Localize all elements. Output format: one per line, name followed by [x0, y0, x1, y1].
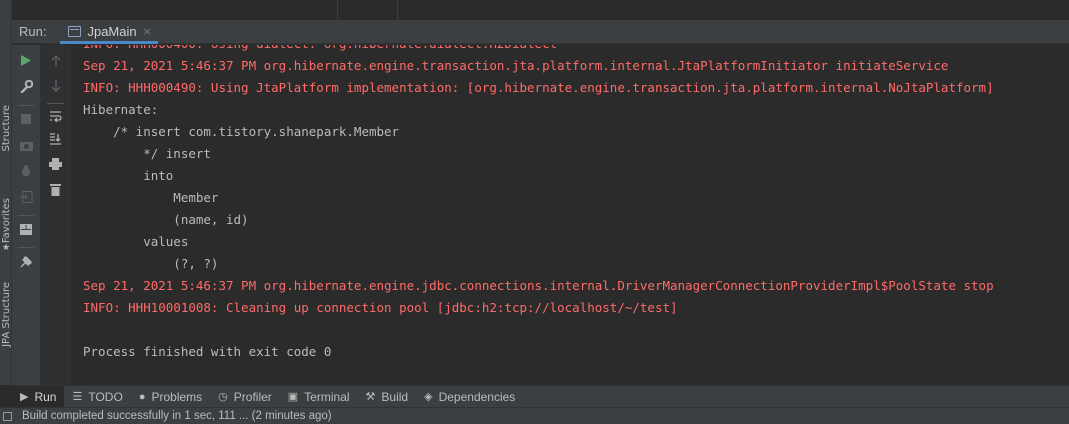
toolbar-separator — [18, 215, 34, 216]
edit-configuration-button[interactable] — [12, 76, 40, 96]
console-line: Hibernate: — [83, 102, 159, 117]
stop-icon — [21, 114, 31, 124]
wrench-icon — [20, 79, 33, 93]
run-tab-title: JpaMain — [87, 24, 137, 39]
bottom-tab-build[interactable]: ⚒ Build — [358, 386, 417, 408]
console-output[interactable]: INFO: HHH000400: Using dialect: org.hibe… — [71, 45, 1069, 385]
console-line: INFO: HHH10001008: Cleaning up connectio… — [83, 300, 678, 315]
print-button[interactable] — [41, 154, 70, 174]
status-bar: Build completed successfully in 1 sec, 1… — [0, 407, 1069, 424]
toolbar-separator — [18, 247, 34, 248]
bug-icon — [22, 165, 30, 177]
list-icon: ☰ — [72, 391, 83, 403]
arrow-up-icon — [51, 55, 60, 67]
hammer-icon: ⚒ — [365, 391, 376, 403]
bottom-tab-label: TODO — [88, 389, 123, 404]
trash-icon — [50, 183, 61, 196]
toolbar-separator — [18, 105, 34, 106]
bottom-tab-terminal[interactable]: ▣ Terminal — [280, 386, 358, 408]
bottom-tab-profiler[interactable]: ◷ Profiler — [210, 386, 280, 408]
pin-icon — [20, 256, 32, 268]
console-line: Sep 21, 2021 5:46:37 PM org.hibernate.en… — [83, 278, 994, 293]
soft-wrap-icon — [50, 111, 62, 122]
favorites-tab-label: Favorites — [0, 198, 12, 244]
run-toolbar-secondary — [41, 45, 71, 385]
soft-wrap-button[interactable] — [41, 106, 70, 126]
status-message[interactable]: Build completed successfully in 1 sec, 1… — [22, 410, 332, 422]
console-line: Sep 21, 2021 5:46:37 PM org.hibernate.en… — [83, 58, 949, 73]
structure-tab-label: Structure — [0, 105, 12, 152]
console-line: Process finished with exit code 0 — [83, 344, 332, 359]
play-icon — [21, 54, 31, 66]
console-line: /* insert com.tistory.shanepark.Member — [83, 124, 400, 139]
jpa-structure-tab[interactable]: JPA Structure — [0, 282, 12, 347]
close-icon[interactable]: × — [143, 25, 152, 38]
editor-split-left — [0, 0, 338, 20]
exit-button[interactable] — [12, 187, 40, 207]
bottom-tab-problems[interactable]: ● Problems — [131, 386, 210, 408]
terminal-icon: ▣ — [287, 391, 299, 403]
debug-button[interactable] — [12, 161, 40, 181]
console-line: INFO: HHH000490: Using JtaPlatform imple… — [83, 80, 994, 95]
dependencies-icon: ◈ — [424, 391, 433, 403]
arrow-down-icon — [51, 80, 60, 92]
console-icon — [68, 26, 82, 37]
console-line: Member — [83, 190, 219, 205]
rerun-button[interactable] — [12, 50, 40, 70]
bottom-tab-label: Dependencies — [438, 389, 516, 404]
console-line: */ insert — [83, 146, 211, 161]
camera-icon — [19, 141, 33, 151]
bottom-tab-label: Run — [34, 389, 57, 404]
console-line: (name, id) — [83, 212, 249, 227]
bottom-tab-todo[interactable]: ☰ TODO — [64, 386, 130, 408]
toggle-tool-windows-icon[interactable] — [3, 411, 12, 421]
problems-icon: ● — [138, 390, 146, 403]
bottom-tool-tabs: ▶ Run ☰ TODO ● Problems ◷ Profiler ▣ Terminal ⚒ Bui… — [12, 385, 1069, 408]
bottom-tab-run[interactable]: ▶ Run — [12, 385, 65, 408]
run-toolbar-primary — [12, 45, 41, 385]
run-tab-jpamain[interactable]: JpaMain × — [60, 19, 159, 44]
bottom-tab-label: Build — [381, 389, 409, 404]
run-icon: ▶ — [20, 391, 29, 403]
console-line: values — [83, 234, 189, 249]
console-line: (?, ?) — [83, 256, 219, 271]
layout-button[interactable] — [12, 219, 40, 239]
star-icon: ★ — [1, 243, 11, 254]
jpa-structure-tab-label: JPA Structure — [0, 282, 12, 347]
dump-threads-button[interactable] — [12, 135, 40, 155]
bottom-tab-dependencies[interactable]: ◈ Dependencies — [416, 386, 523, 408]
bottom-tab-label: Terminal — [304, 389, 350, 404]
scroll-down-button[interactable] — [41, 76, 70, 96]
scroll-up-button[interactable] — [41, 51, 70, 71]
printer-icon — [49, 158, 62, 170]
run-panel-header: Run: JpaMain × — [12, 19, 1069, 44]
pin-tab-button[interactable] — [12, 252, 40, 272]
left-tool-strip: Structure Favorites ★ JPA Structure — [0, 0, 12, 385]
console-line: into — [83, 168, 174, 183]
structure-tab[interactable]: Structure — [0, 105, 12, 152]
bottom-tab-label: Profiler — [233, 389, 272, 404]
scroll-to-end-icon — [50, 133, 61, 145]
console-line: INFO: HHH000400: Using dialect: org.hibe… — [83, 45, 557, 55]
editor-split-middle — [338, 0, 398, 20]
layout-icon — [20, 223, 32, 235]
profiler-icon: ◷ — [218, 391, 228, 403]
bottom-tab-label: Problems — [151, 389, 203, 404]
exit-icon — [19, 191, 32, 203]
editor-area-top — [0, 0, 1069, 20]
toolbar-separator — [47, 103, 64, 104]
run-panel-label: Run: — [19, 24, 47, 39]
scroll-to-end-button[interactable] — [41, 129, 70, 149]
stop-button[interactable] — [12, 109, 40, 129]
favorites-tab[interactable]: Favorites ★ — [0, 198, 12, 255]
clear-all-button[interactable] — [41, 179, 70, 199]
